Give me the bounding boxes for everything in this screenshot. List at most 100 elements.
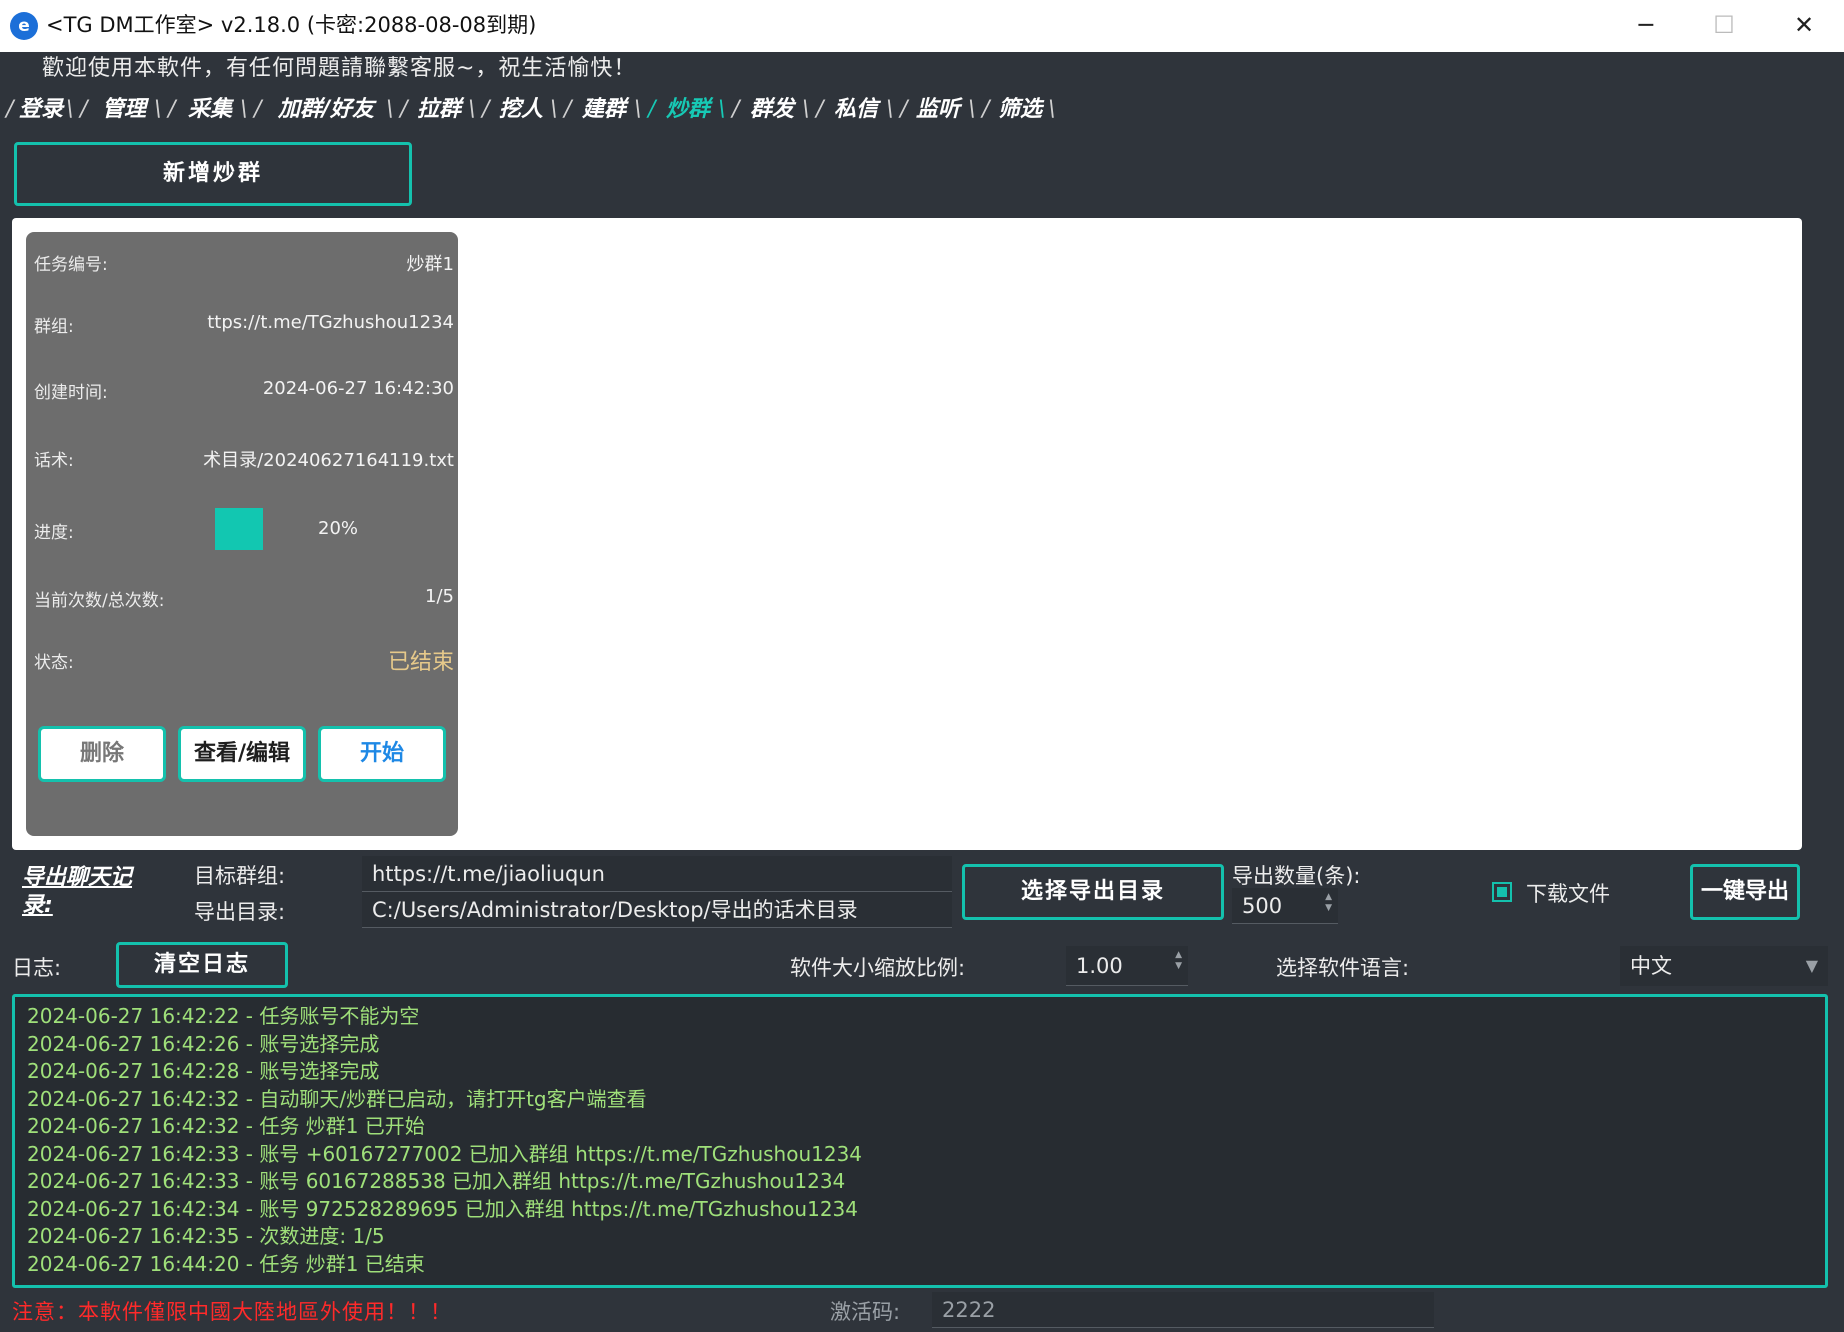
minimize-button[interactable]: ─ [1606,0,1686,52]
created-time-value: 2024-06-27 16:42:30 [262,378,454,399]
log-output[interactable]: 2024-06-27 16:42:22 - 任务账号不能为空 2024-06-2… [12,994,1828,1288]
log-line: 2024-06-27 16:44:20 - 任务 炒群1 已结束 [27,1251,425,1276]
language-value: 中文 [1630,954,1672,978]
log-line: 2024-06-27 16:42:22 - 任务账号不能为空 [27,1004,420,1028]
language-label: 选择软件语言: [1276,956,1410,980]
count-value: 1/5 [425,586,454,607]
status-value: 已结束 [387,650,454,675]
progress-label: 进度: [34,523,74,543]
tab-pull-group[interactable]: 拉群 [414,92,464,130]
progress-value: 20% [318,518,359,539]
tab-separator: / [816,97,824,122]
log-label: 日志: [12,956,62,980]
tab-separator: / [6,97,14,122]
tab-separator: \ [550,97,558,122]
task-id-value: 炒群1 [406,254,454,275]
group-value: ttps://t.me/TGzhushou1234 [207,312,454,333]
tab-separator: \ [468,97,476,122]
close-button[interactable]: ✕ [1764,0,1844,52]
maximize-button[interactable]: ☐ [1684,0,1764,52]
download-file-checkbox[interactable] [1492,882,1512,902]
welcome-banner: 歡迎使用本軟件，有任何問題請聯繫客服~，祝生活愉快！ [42,56,637,81]
tab-broadcast[interactable]: 群发 [746,92,798,130]
log-line: 2024-06-27 16:42:28 - 账号选择完成 [27,1059,380,1083]
tab-separator: \ [634,97,642,122]
log-line: 2024-06-27 16:42:35 - 次数进度: 1/5 [27,1224,385,1248]
tab-separator: / [732,97,740,122]
add-hype-task-button[interactable]: 新增炒群 [14,142,412,206]
count-label: 当前次数/总次数: [34,591,165,611]
app-icon: e [10,12,38,40]
chevron-down-icon: ▼ [1805,956,1818,975]
title-bar: e <TG DM工作室> v2.18.0 (卡密:2088-08-08到期) ─… [0,0,1844,52]
tab-separator: \ [718,97,726,122]
tab-separator: \ [802,97,810,122]
delete-button[interactable]: 删除 [38,726,166,782]
export-chat-title: 导出聊天记录: [22,865,133,918]
tab-separator: / [900,97,908,122]
script-value: 术目录/20240627164119.txt [203,450,454,471]
tab-separator: / [482,97,490,122]
tab-separator: / [648,97,656,122]
clear-log-button[interactable]: 清空日志 [116,942,288,988]
target-group-input[interactable]: https://t.me/jiaoliuqun [362,856,952,892]
tab-separator: \ [1048,97,1056,122]
tab-manage[interactable]: 管理 [96,92,152,130]
download-file-label: 下载文件 [1526,882,1610,906]
progress-bar [215,508,263,550]
export-count-label: 导出数量(条): [1232,864,1361,888]
tab-separator: \ [386,97,394,122]
scale-label: 软件大小缩放比例: [790,956,966,980]
log-line: 2024-06-27 16:42:33 - 账号 60167288538 已加入… [27,1169,846,1193]
export-dir-input[interactable]: C:/Users/Administrator/Desktop/导出的话术目录 [362,892,952,928]
view-edit-button[interactable]: 查看/编辑 [178,726,306,782]
tab-separator: \ [154,97,162,122]
tab-separator: / [80,97,88,122]
task-card: 任务编号: 炒群1 群组: ttps://t.me/TGzhushou1234 … [26,232,458,836]
tab-separator: \ [886,97,894,122]
activation-code-input[interactable]: 2222 [932,1292,1434,1328]
tab-separator: / [564,97,572,122]
tab-separator: \ [968,97,976,122]
log-line: 2024-06-27 16:42:32 - 任务 炒群1 已开始 [27,1114,425,1138]
tab-monitor[interactable]: 监听 [912,92,964,130]
tab-separator: \ [240,97,248,122]
export-dir-label: 导出目录: [194,900,286,924]
tab-separator: / [168,97,176,122]
tab-separator: / [982,97,990,122]
status-label: 状态: [34,653,74,673]
tab-separator: / [400,97,408,122]
log-line: 2024-06-27 16:42:33 - 账号 +60167277002 已加… [27,1141,863,1166]
one-click-export-button[interactable]: 一键导出 [1690,864,1800,920]
log-line: 2024-06-27 16:42:34 - 账号 972528289695 已加… [27,1196,858,1221]
export-count-value: 500 [1242,894,1283,918]
task-id-label: 任务编号: [34,255,108,275]
tab-hype-group[interactable]: 炒群 [662,92,714,130]
script-label: 话术: [34,451,74,471]
log-line: 2024-06-27 16:42:26 - 账号选择完成 [27,1031,380,1056]
language-select[interactable]: 中文 ▼ [1620,946,1828,986]
tab-filter[interactable]: 筛选 [994,92,1046,130]
tab-create-group[interactable]: 建群 [578,92,630,130]
tab-login[interactable]: 登录 [18,92,64,130]
target-group-label: 目标群组: [194,864,286,888]
activation-code-label: 激活码: [830,1300,901,1324]
checkbox-checked-icon [1497,887,1507,897]
scale-input[interactable]: 1.00 ▲ ▼ [1066,946,1188,986]
export-count-input[interactable]: 500 ▲ ▼ [1232,888,1338,924]
created-time-label: 创建时间: [34,383,108,403]
tab-separator: \ [66,97,74,122]
tab-dig-people[interactable]: 挖人 [496,92,546,130]
choose-export-dir-button[interactable]: 选择导出目录 [962,864,1224,920]
group-label: 群组: [34,317,74,337]
tab-collect[interactable]: 采集 [184,92,236,130]
spin-arrows-icon[interactable]: ▲ ▼ [1325,892,1332,914]
log-line: 2024-06-27 16:42:32 - 自动聊天/炒群已启动，请打开tg客户… [27,1086,647,1111]
tab-private-message[interactable]: 私信 [830,92,882,130]
spin-arrows-icon[interactable]: ▲ ▼ [1175,950,1182,972]
start-button[interactable]: 开始 [318,726,446,782]
tab-add-group-friend[interactable]: 加群/好友 [270,92,382,130]
usage-notice: 注意：本軟件僅限中國大陸地區外使用！！！ [12,1300,452,1324]
scale-value: 1.00 [1076,954,1123,978]
window-title: <TG DM工作室> v2.18.0 (卡密:2088-08-08到期) [46,13,537,37]
